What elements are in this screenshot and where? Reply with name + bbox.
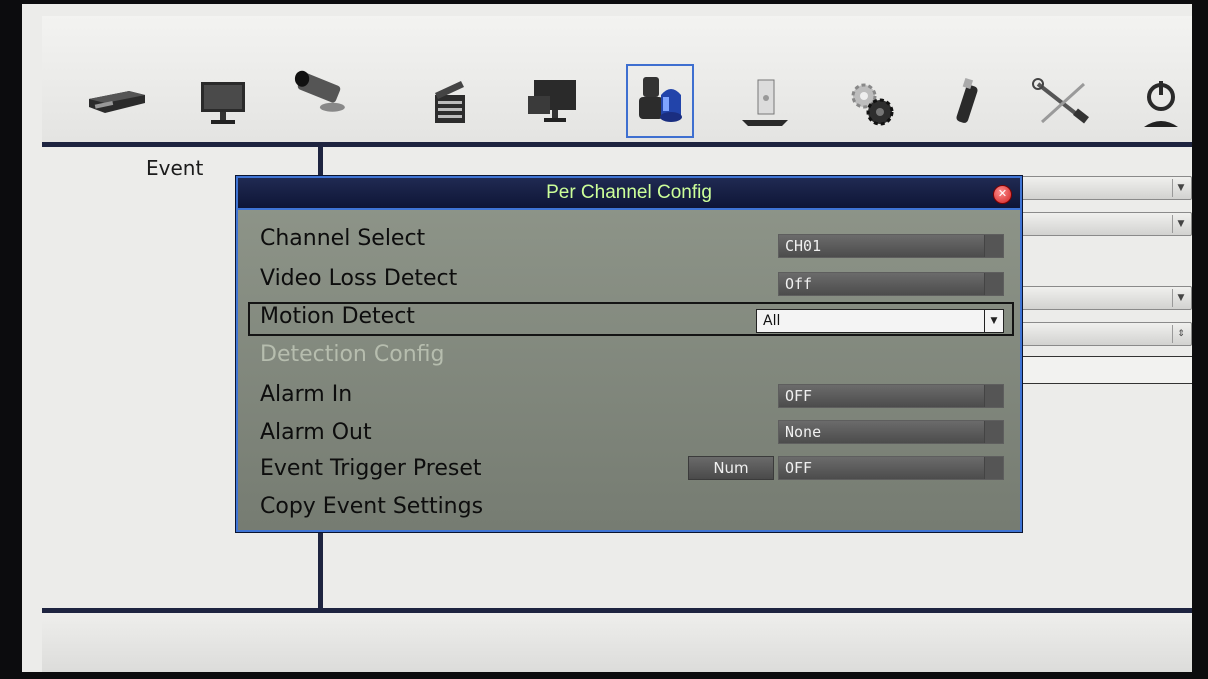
display-network-icon[interactable]: [520, 70, 586, 136]
monitor-icon[interactable]: [190, 70, 256, 136]
video-loss-detect-label: Video Loss Detect: [260, 266, 458, 291]
close-icon[interactable]: ✕: [993, 185, 1012, 204]
dropdown-arrow-icon: [984, 421, 1003, 443]
event-trigger-preset-dropdown[interactable]: OFF: [778, 456, 1004, 480]
alarm-in-label: Alarm In: [260, 382, 353, 407]
event-alarm-icon[interactable]: [626, 64, 694, 138]
gears-icon[interactable]: [838, 70, 904, 136]
alarm-in-value: OFF: [785, 387, 813, 405]
motion-detect-label: Motion Detect: [260, 304, 415, 329]
motion-detect-dropdown[interactable]: All ▼: [756, 309, 1004, 333]
channel-select-dropdown[interactable]: CH01: [778, 234, 1004, 258]
tools-icon[interactable]: [1030, 70, 1096, 136]
video-loss-detect-value: Off: [785, 275, 813, 293]
clapperboard-icon[interactable]: [418, 70, 484, 136]
status-bar: [42, 613, 1192, 672]
chevron-down-icon: ▼: [984, 310, 1003, 332]
storage-disk-icon[interactable]: [732, 70, 798, 136]
chevron-down-icon: ▼: [1172, 215, 1189, 233]
chevron-down-icon: ▼: [1172, 179, 1189, 197]
event-trigger-preset-label: Event Trigger Preset: [260, 456, 482, 481]
per-channel-config-dialog: Per Channel Config ✕ Channel Select CH01…: [236, 176, 1022, 532]
power-icon[interactable]: [1128, 70, 1192, 136]
dropdown-arrow-icon: [984, 273, 1003, 295]
usb-icon[interactable]: [934, 70, 1000, 136]
alarm-in-dropdown[interactable]: OFF: [778, 384, 1004, 408]
num-button[interactable]: Num: [688, 456, 774, 480]
event-trigger-preset-value: OFF: [785, 459, 813, 477]
copy-event-settings-button[interactable]: Copy Event Settings: [260, 494, 483, 519]
chevron-down-icon: ▼: [1172, 289, 1189, 307]
dropdown-arrow-icon: [984, 457, 1003, 479]
dialog-title: Per Channel Config: [238, 178, 1020, 210]
main-toolbar: [42, 16, 1192, 147]
channel-select-label: Channel Select: [260, 226, 426, 251]
video-loss-detect-dropdown[interactable]: Off: [778, 272, 1004, 296]
alarm-out-label: Alarm Out: [260, 420, 372, 445]
spinner-arrows-icon: ⇕: [1172, 325, 1189, 343]
alarm-out-value: None: [785, 423, 822, 441]
alarm-out-dropdown[interactable]: None: [778, 420, 1004, 444]
channel-select-value: CH01: [785, 237, 822, 255]
detection-config-button[interactable]: Detection Config: [260, 342, 444, 367]
sidebar-item-event[interactable]: Event: [146, 156, 203, 180]
motion-detect-value: All: [763, 313, 781, 329]
dvr-device-icon[interactable]: [84, 70, 150, 136]
dropdown-arrow-icon: [984, 235, 1003, 257]
camera-icon[interactable]: [286, 60, 352, 126]
dropdown-arrow-icon: [984, 385, 1003, 407]
